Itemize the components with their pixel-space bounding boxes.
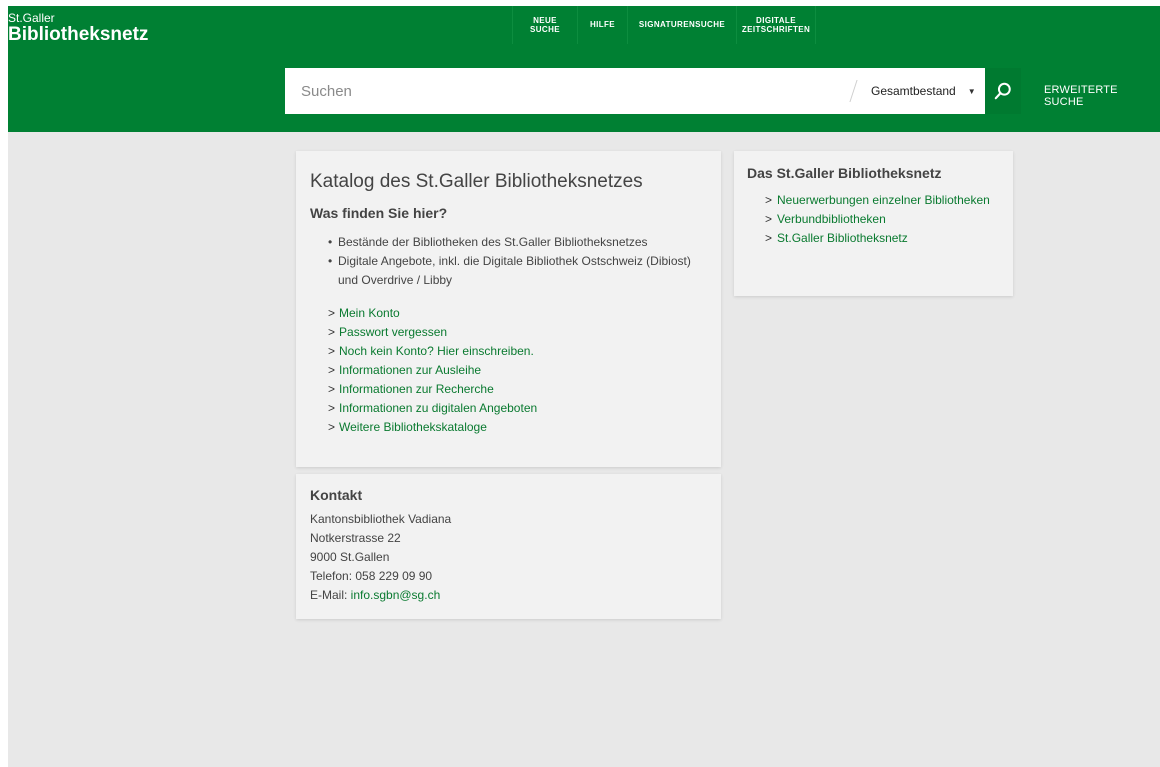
- nav-zeitschriften-line2: ZEITSCHRIFTEN: [741, 25, 811, 34]
- contact-email-label: E-Mail:: [310, 588, 351, 602]
- list-item-text: Digitale Angebote, inkl. die Digitale Bi…: [338, 254, 691, 287]
- logo-small-text: St.Galler: [8, 11, 55, 25]
- link-mein-konto[interactable]: Mein Konto: [339, 306, 400, 320]
- network-card: Das St.Galler Bibliotheksnetz > Neuerwerb…: [734, 151, 1013, 296]
- advanced-search-link[interactable]: ERWEITERTE SUCHE: [1044, 84, 1160, 108]
- link-passwort-vergessen[interactable]: Passwort vergessen: [339, 325, 447, 339]
- contact-title: Kontakt: [310, 487, 363, 503]
- arrow-icon: >: [328, 401, 336, 415]
- link-item: > St.Galler Bibliotheksnetz: [765, 229, 1000, 248]
- link-item: > Weitere Bibliothekskataloge: [328, 418, 707, 437]
- nav-neue-suche-label: NEUE SUCHE: [530, 16, 560, 34]
- nav-neue-suche-line1: NEUE: [533, 15, 557, 25]
- caret-down-icon: ▼: [967, 86, 976, 96]
- arrow-icon: >: [328, 306, 336, 320]
- arrow-icon: >: [328, 382, 336, 396]
- arrow-icon: >: [328, 363, 336, 377]
- contact-email-link[interactable]: info.sgbn@sg.ch: [351, 588, 441, 602]
- contact-card: Kontakt Kantonsbibliothek Vadiana Notker…: [296, 474, 721, 619]
- link-item: > Passwort vergessen: [328, 323, 707, 342]
- nav-hilfe-label: HILFE: [589, 20, 616, 30]
- link-item: > Mein Konto: [328, 304, 707, 323]
- list-item-text: Bestände der Bibliotheken des St.Galler …: [338, 235, 648, 249]
- catalog-info-card: Katalog des St.Galler Bibliotheksnetzes …: [296, 151, 721, 467]
- page-title: Katalog des St.Galler Bibliotheksnetzes: [310, 171, 643, 192]
- arrow-icon: >: [765, 231, 773, 245]
- link-weitere-kataloge[interactable]: Weitere Bibliothekskataloge: [339, 420, 487, 434]
- link-item: > Informationen zur Ausleihe: [328, 361, 707, 380]
- link-bibliotheksnetz[interactable]: St.Galler Bibliotheksnetz: [777, 229, 908, 248]
- nav-signatursuche-label: SIGNATURENSUCHE: [638, 20, 726, 30]
- link-item: > Neuerwerbungen einzelner Bibliotheken: [765, 191, 1000, 210]
- arrow-icon: >: [328, 420, 336, 434]
- link-info-recherche[interactable]: Informationen zur Recherche: [339, 382, 494, 396]
- offerings-list: • Bestände der Bibliotheken des St.Galler…: [310, 233, 707, 290]
- link-verbundbibliotheken[interactable]: Verbundbibliotheken: [777, 210, 886, 229]
- section-subtitle: Was finden Sie hier?: [310, 205, 448, 221]
- arrow-icon: >: [328, 325, 336, 339]
- contact-city: 9000 St.Gallen: [310, 550, 390, 564]
- search-bar: Gesamtbestand ▼: [285, 68, 1021, 114]
- network-title: Das St.Galler Bibliotheksnetz: [747, 165, 942, 181]
- contact-phone: Telefon: 058 229 09 90: [310, 569, 433, 583]
- nav-digitale-zeitschriften-label: DIGITALE ZEITSCHRIFTEN: [742, 16, 810, 34]
- nav-signatursuche[interactable]: SIGNATURENSUCHE: [627, 6, 736, 44]
- nav-neue-suche-line2: SUCHE: [529, 25, 560, 34]
- link-item: > Verbundbibliotheken: [765, 210, 1000, 229]
- scope-select[interactable]: Gesamtbestand ▼: [849, 68, 985, 114]
- account-links: > Mein Konto > Passwort vergessen > Noch ke…: [310, 304, 707, 437]
- link-item: > Informationen zur Recherche: [328, 380, 707, 399]
- contact-email-line: E-Mail: info.sgbn@sg.ch: [310, 586, 707, 605]
- bullet-icon: •: [328, 254, 333, 268]
- site-logo[interactable]: St.Galler Bibliotheksnetz: [8, 12, 148, 44]
- link-info-digital[interactable]: Informationen zu digitalen Angeboten: [339, 401, 537, 415]
- arrow-icon: >: [328, 344, 336, 358]
- search-input[interactable]: [285, 68, 853, 114]
- page: St.Galler Bibliotheksnetz NEUE SUCHE HIL…: [8, 6, 1160, 767]
- arrow-icon: >: [765, 193, 773, 207]
- contact-org: Kantonsbibliothek Vadiana: [310, 512, 452, 526]
- nav-digitale-zeitschriften[interactable]: DIGITALE ZEITSCHRIFTEN: [736, 6, 816, 44]
- link-neuerwerbungen[interactable]: Neuerwerbungen einzelner Bibliotheken: [777, 191, 990, 210]
- nav-hilfe[interactable]: HILFE: [577, 6, 627, 44]
- network-links: > Neuerwerbungen einzelner Bibliotheken >…: [747, 191, 1000, 248]
- link-einschreiben[interactable]: Noch kein Konto? Hier einschreiben.: [339, 344, 534, 358]
- nav-digitale-line1: DIGITALE: [756, 15, 796, 25]
- search-button[interactable]: [985, 68, 1021, 114]
- top-navigation: NEUE SUCHE HILFE SIGNATURENSUCHE DIGITAL…: [512, 6, 816, 44]
- scope-selected-value: Gesamtbestand: [871, 84, 956, 98]
- list-item: • Digitale Angebote, inkl. die Digitale B…: [328, 252, 707, 290]
- link-info-ausleihe[interactable]: Informationen zur Ausleihe: [339, 363, 481, 377]
- link-item: > Noch kein Konto? Hier einschreiben.: [328, 342, 707, 361]
- search-icon: [994, 82, 1011, 100]
- site-header: St.Galler Bibliotheksnetz NEUE SUCHE HIL…: [8, 6, 1160, 132]
- nav-neue-suche[interactable]: NEUE SUCHE: [512, 6, 577, 44]
- link-item: > Informationen zu digitalen Angeboten: [328, 399, 707, 418]
- bullet-icon: •: [328, 235, 333, 249]
- logo-big-text: Bibliotheksnetz: [8, 24, 149, 45]
- contact-street: Notkerstrasse 22: [310, 531, 401, 545]
- arrow-icon: >: [765, 212, 773, 226]
- list-item: • Bestände der Bibliotheken des St.Galler…: [328, 233, 707, 252]
